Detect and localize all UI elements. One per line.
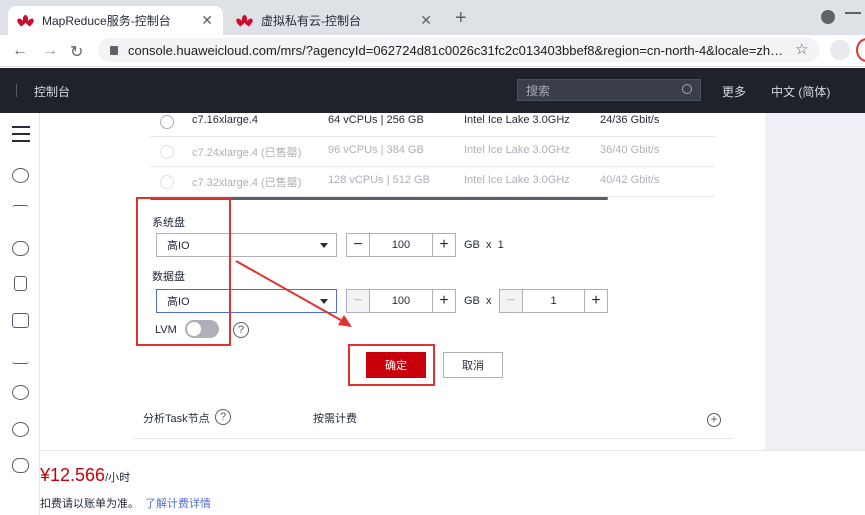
console-link[interactable]: 控制台 bbox=[34, 83, 70, 100]
flavor-spec: 64 vCPUs | 256 GB bbox=[328, 114, 424, 126]
profile-avatar-icon[interactable] bbox=[830, 40, 850, 60]
url-text: console.huaweicloud.com/mrs/?agencyId=06… bbox=[128, 42, 784, 58]
price-unit: /小时 bbox=[105, 472, 131, 484]
more-menu[interactable]: 更多 bbox=[722, 83, 746, 100]
data-disk-count-value[interactable]: 1 bbox=[522, 290, 585, 312]
browser-tab-vpc[interactable]: 虚拟私有云-控制台 ✕ bbox=[227, 6, 442, 35]
confirm-button[interactable]: 确定 bbox=[366, 352, 426, 378]
storage-icon[interactable] bbox=[14, 276, 27, 291]
reload-icon[interactable]: ↻ bbox=[70, 42, 83, 62]
increment-button[interactable]: + bbox=[585, 290, 607, 312]
global-search-input[interactable]: 搜索 bbox=[517, 79, 701, 101]
flavor-spec: 128 vCPUs | 512 GB bbox=[328, 174, 430, 186]
decrement-button[interactable]: − bbox=[347, 234, 369, 256]
cancel-button[interactable]: 取消 bbox=[443, 352, 503, 378]
data-disk-unit: GB x bbox=[464, 295, 492, 307]
flavor-row[interactable]: c7.16xlarge.4 64 vCPUs | 256 GB Intel Ic… bbox=[150, 107, 715, 137]
flavor-row: c7.32xlarge.4 (已售罄) 128 vCPUs | 512 GB I… bbox=[150, 167, 715, 197]
flavor-name: c7.24xlarge.4 (已售罄) bbox=[192, 147, 302, 159]
search-placeholder: 搜索 bbox=[526, 83, 551, 98]
cloud-service-icon[interactable] bbox=[12, 168, 29, 183]
flavor-spec: 96 vCPUs | 384 GB bbox=[328, 144, 424, 156]
close-tab-icon[interactable]: ✕ bbox=[201, 12, 213, 29]
flavor-radio bbox=[160, 145, 174, 159]
increment-button[interactable]: + bbox=[433, 234, 455, 256]
increment-button[interactable]: + bbox=[433, 290, 455, 312]
language-switch[interactable]: 中文 (简体) bbox=[771, 83, 830, 100]
flavor-radio[interactable] bbox=[160, 115, 174, 129]
close-tab-icon[interactable]: ✕ bbox=[420, 12, 432, 29]
price-display: ¥12.566/小时 bbox=[40, 465, 130, 486]
add-node-icon[interactable]: + bbox=[707, 413, 721, 427]
section-divider bbox=[133, 438, 733, 439]
analysis-task-node-label: 分析Task节点 bbox=[143, 413, 210, 425]
flavor-bandwidth: 36/40 Gbit/s bbox=[600, 144, 660, 156]
document-icon[interactable] bbox=[12, 422, 29, 437]
network-icon[interactable] bbox=[12, 349, 29, 364]
back-icon[interactable]: ← bbox=[12, 42, 28, 60]
flavor-bandwidth: 40/42 Gbit/s bbox=[600, 174, 660, 186]
flavor-name: c7.32xlarge.4 (已售罄) bbox=[192, 177, 302, 189]
help-icon[interactable]: ? bbox=[215, 409, 231, 425]
browser-tab-mapreduce[interactable]: MapReduce服务-控制台 ✕ bbox=[8, 6, 223, 35]
lock-icon bbox=[110, 45, 118, 55]
flavor-cpu: Intel Ice Lake 3.0GHz bbox=[464, 174, 570, 186]
cloud-upload-icon[interactable] bbox=[12, 458, 29, 473]
tab-title: 虚拟私有云-控制台 bbox=[261, 14, 361, 28]
flavor-radio bbox=[160, 175, 174, 189]
new-tab-icon[interactable]: + bbox=[455, 7, 467, 30]
flavor-bandwidth: 24/36 Gbit/s bbox=[600, 114, 660, 126]
decrement-button[interactable]: − bbox=[500, 290, 522, 312]
side-panel-background bbox=[765, 113, 865, 451]
huawei-logo-icon bbox=[235, 14, 254, 27]
billing-mode-label: 按需计费 bbox=[313, 413, 357, 425]
forward-icon[interactable]: → bbox=[42, 42, 58, 60]
globe-icon[interactable] bbox=[12, 385, 29, 400]
billing-note: 扣费请以账单为准。 了解计费详情 bbox=[40, 498, 211, 510]
huawei-logo-icon bbox=[16, 14, 35, 27]
billing-details-link[interactable]: 了解计费详情 bbox=[145, 498, 211, 510]
annotation-arrow-icon bbox=[235, 260, 352, 327]
database-icon[interactable] bbox=[12, 313, 29, 328]
data-disk-count-stepper[interactable]: − 1 + bbox=[499, 289, 608, 313]
analytics-icon[interactable] bbox=[12, 205, 29, 220]
data-disk-size-stepper[interactable]: − 100 + bbox=[346, 289, 456, 313]
content-divider bbox=[40, 450, 865, 451]
data-disk-size-value[interactable]: 100 bbox=[369, 290, 433, 312]
system-disk-unit: GB x 1 bbox=[464, 239, 504, 251]
annotation-highlight-disks bbox=[136, 197, 231, 346]
search-icon[interactable] bbox=[682, 84, 692, 94]
flavor-row: c7.24xlarge.4 (已售罄) 96 vCPUs | 384 GB In… bbox=[150, 137, 715, 167]
header-divider bbox=[16, 84, 17, 97]
flavor-name: c7.16xlarge.4 bbox=[192, 114, 259, 126]
flavor-cpu: Intel Ice Lake 3.0GHz bbox=[464, 144, 570, 156]
chevron-down-icon bbox=[320, 243, 328, 248]
flavor-cpu: Intel Ice Lake 3.0GHz bbox=[464, 114, 570, 126]
system-disk-size-value[interactable]: 100 bbox=[369, 234, 433, 256]
cloud-icon[interactable] bbox=[12, 241, 29, 256]
bookmark-star-icon[interactable]: ☆ bbox=[795, 40, 808, 58]
tab-title: MapReduce服务-控制台 bbox=[42, 14, 171, 28]
tab-search-icon[interactable] bbox=[821, 10, 835, 24]
url-field[interactable]: console.huaweicloud.com/mrs/?agencyId=06… bbox=[98, 38, 820, 62]
minimize-icon[interactable] bbox=[845, 12, 861, 14]
system-disk-size-stepper[interactable]: − 100 + bbox=[346, 233, 456, 257]
menu-hamburger-icon[interactable] bbox=[12, 126, 30, 147]
price-value: ¥12.566 bbox=[40, 465, 106, 485]
